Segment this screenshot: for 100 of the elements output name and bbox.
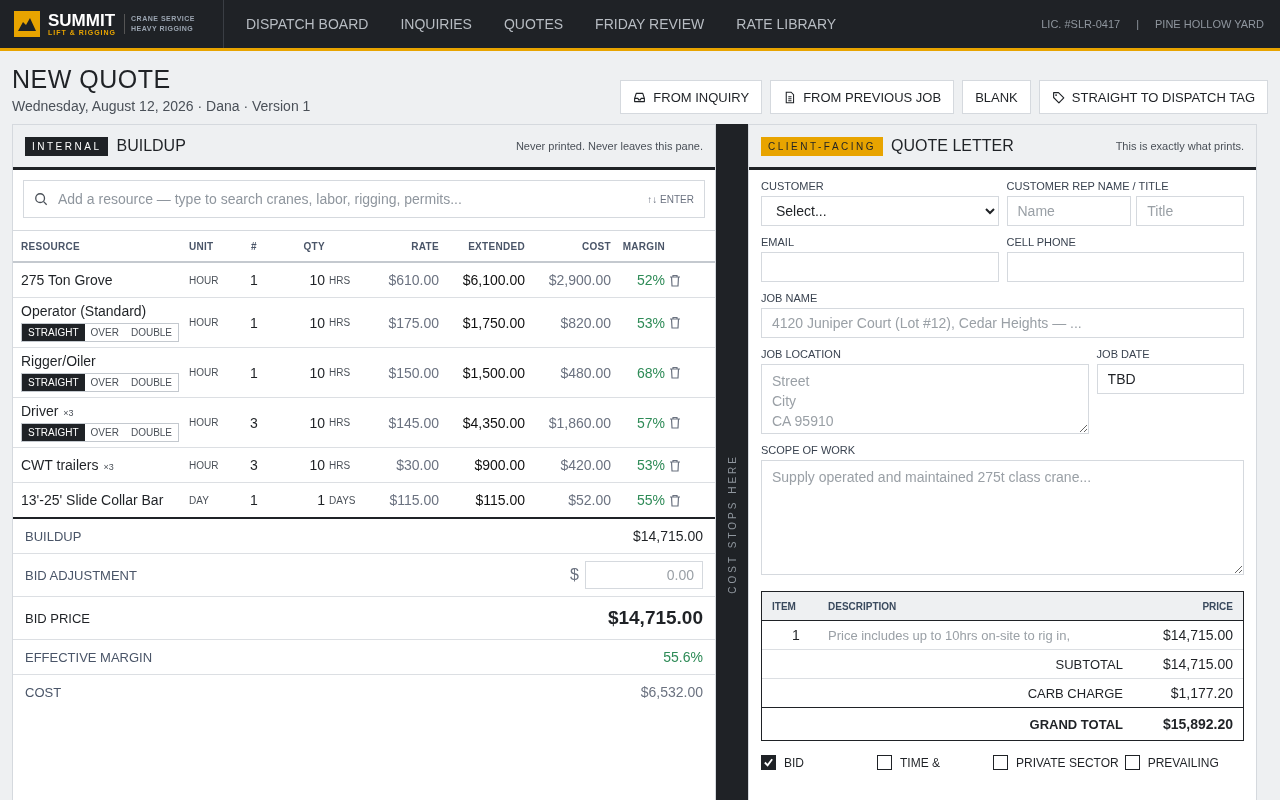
column-header: MARGIN <box>621 240 666 252</box>
adjustment-field[interactable]: 0.00 <box>585 561 703 589</box>
field-label: CUSTOMER <box>761 180 825 192</box>
brand-name: SUMMIT <box>48 12 117 29</box>
summary-label: COST <box>25 684 62 700</box>
table-cell-text: 52% <box>635 272 666 288</box>
column-header: QTY <box>302 240 326 252</box>
total-value: $1,177.20 <box>1169 685 1233 701</box>
table-cell-text: 57% <box>635 414 666 431</box>
table-cell-text: 55% <box>635 492 666 508</box>
shift-option[interactable]: STRAIGHT <box>22 324 85 341</box>
name-field[interactable]: Name <box>1006 196 1132 226</box>
table-cell-text: 3 <box>249 457 259 473</box>
shift-option[interactable]: STRAIGHT <box>22 424 85 441</box>
resource-name: Operator (Standard) <box>21 303 147 319</box>
table-cell-text: 1 <box>249 314 259 331</box>
start-option-button[interactable]: BLANK <box>962 80 1031 114</box>
summary-value: $14,715.00 <box>632 528 703 544</box>
currency-symbol: $ <box>570 566 579 584</box>
field-label: JOB NAME <box>761 292 819 304</box>
nav-link[interactable]: FRIDAY REVIEW <box>579 0 721 48</box>
resource-name: 13'-25' Slide Collar Bar <box>21 492 164 508</box>
resource-name: Rigger/Oiler <box>21 353 96 369</box>
start-option-button[interactable]: FROM PREVIOUS JOB <box>770 80 955 114</box>
meta-separator: | <box>1136 18 1139 30</box>
total-value: $14,715.00 <box>1161 656 1233 672</box>
nav-link[interactable]: DISPATCH BOARD <box>230 0 385 48</box>
table-cell-text: 53% <box>635 457 666 473</box>
checkbox-label: BID <box>784 755 804 770</box>
table-cell-text: 1 <box>249 272 259 288</box>
column-header: EXTENDED <box>467 240 526 252</box>
table-cell-text: $145.00 <box>387 414 440 431</box>
table-cell-text: 53% <box>635 314 666 331</box>
table-cell-text: $420.00 <box>559 457 612 473</box>
field-label: CELL PHONE <box>1006 236 1077 248</box>
column-header: RESOURCE <box>21 240 82 252</box>
checkbox-label: PREVAILING <box>1147 755 1219 770</box>
table-cell-text: 10 <box>308 457 326 473</box>
table-cell-text: HOUR <box>189 367 220 378</box>
table-cell-text: HRS <box>329 274 352 286</box>
checkbox-label: PRIVATE SECTOR <box>1016 755 1119 770</box>
start-option-button[interactable]: FROM INQUIRY <box>620 80 763 114</box>
field-label: JOB LOCATION <box>761 348 842 360</box>
summary-label: BUILDUP <box>25 528 82 544</box>
table-cell-text: Price includes up to 10hrs on-site to rig in, <box>828 627 1072 643</box>
client-facing-badge: CLIENT-FACING <box>761 136 884 156</box>
table-cell-text: $480.00 <box>559 364 612 381</box>
customer-select[interactable]: Select... <box>761 196 999 226</box>
summary-value: $6,532.00 <box>640 684 703 700</box>
table-cell-text: DAYS <box>329 494 357 506</box>
table-cell-text: HRS <box>329 367 352 378</box>
internal-badge: INTERNAL <box>25 136 109 156</box>
panel-title: BUILDUP <box>116 137 186 155</box>
table-cell-text: $175.00 <box>387 314 440 331</box>
column-header: # <box>250 240 258 252</box>
field-label: SCOPE OF WORK <box>761 444 857 456</box>
resource-name: 275 Ton Grove <box>21 272 113 288</box>
job-location-field[interactable]: Street City CA 95910 <box>761 364 1089 434</box>
table-cell-text: $2,900.00 <box>547 272 612 288</box>
panel-note: This is exactly what prints. <box>1115 140 1244 152</box>
divider-label: COST STOPS HERE <box>726 454 738 594</box>
table-cell-text: DAY <box>189 494 210 506</box>
search-box[interactable]: Add a resource — type to search cranes, labor, rigging, permits... ↑↓ ENTER <box>23 180 705 218</box>
table-cell-text: $1,500.00 <box>461 364 526 381</box>
table-cell-text: HRS <box>329 317 352 328</box>
scope-field[interactable]: Supply operated and maintained 275t class crane... <box>761 460 1244 575</box>
summary-label: EFFECTIVE MARGIN <box>25 649 153 665</box>
search-field[interactable]: Add a resource — type to search cranes, labor, rigging, permits... <box>56 190 640 208</box>
job-date-field[interactable]: TBD <box>1096 364 1244 394</box>
nav-link[interactable]: RATE LIBRARY <box>720 0 853 48</box>
table-cell-text: $820.00 <box>559 314 612 331</box>
table-cell-text: 10 <box>308 314 326 331</box>
table-cell-text: $6,100.00 <box>461 272 526 288</box>
table-cell-text: HRS <box>329 417 352 428</box>
field-label: EMAIL <box>761 236 795 248</box>
table-cell-text: 68% <box>635 364 666 381</box>
table-cell-text: 10 <box>308 414 326 431</box>
table-cell-text: 1 <box>249 364 259 381</box>
keyboard-hint: ↑↓ ENTER <box>647 193 694 205</box>
shift-option[interactable]: STRAIGHT <box>22 374 85 391</box>
meta-text: LIC. #SLR-0417 <box>1041 18 1121 30</box>
table-cell-text: HOUR <box>189 417 220 428</box>
nav-link[interactable]: QUOTES <box>487 0 580 48</box>
title-field[interactable]: Title <box>1136 196 1244 226</box>
panel-title: QUOTE LETTER <box>891 137 1014 155</box>
checkbox-label: TIME & <box>900 755 940 770</box>
table-cell-text: $1,860.00 <box>547 414 612 431</box>
multiplier-label: ×3 <box>103 462 114 472</box>
job-name-field[interactable]: 4120 Juniper Court (Lot #12), Cedar Heights — ... <box>761 308 1244 338</box>
bid-price-value: $14,715.00 <box>607 607 703 629</box>
table-cell-text: HOUR <box>189 317 220 328</box>
total-label: SUBTOTAL <box>1054 656 1123 672</box>
table-cell-text: 10 <box>308 364 326 381</box>
table-cell-text: $115.00 <box>474 492 526 508</box>
nav-link[interactable]: INQUIRIES <box>384 0 488 48</box>
table-cell-text: $4,350.00 <box>461 414 526 431</box>
column-header: ITEM <box>772 600 797 612</box>
start-option-button[interactable]: STRAIGHT TO DISPATCH TAG <box>1038 80 1268 114</box>
field-label: CUSTOMER REP NAME / TITLE <box>1006 180 1170 192</box>
table-cell-text: 3 <box>249 414 259 431</box>
